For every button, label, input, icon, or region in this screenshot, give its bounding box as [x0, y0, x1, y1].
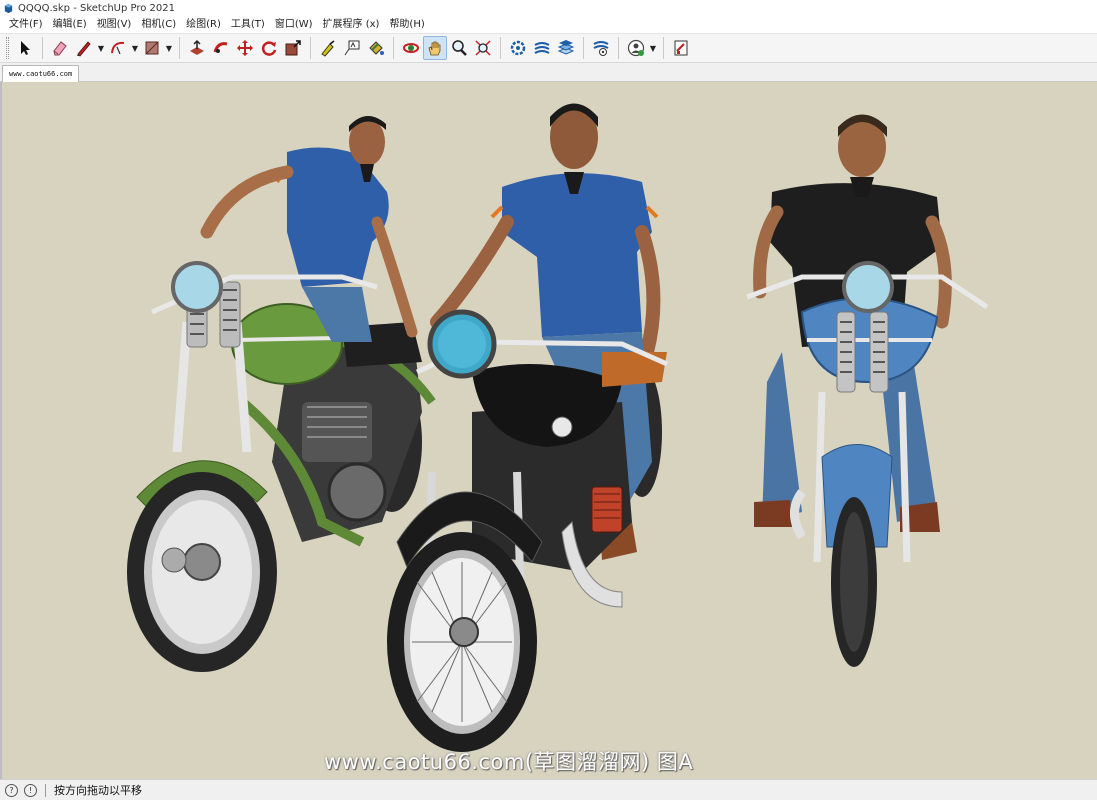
menu-window[interactable]: 窗口(W) — [270, 17, 318, 33]
eraser-tool-button[interactable] — [48, 36, 72, 60]
orbit-icon — [403, 43, 419, 53]
zoom-extents-tool-button[interactable] — [471, 36, 495, 60]
3d-warehouse-icon — [510, 40, 526, 56]
geolocation-icon[interactable]: ? — [5, 783, 18, 797]
layout-icon — [557, 40, 575, 55]
pan-tool-button[interactable] — [423, 36, 447, 60]
account-button[interactable] — [624, 36, 648, 60]
rectangle-tool-dropdown[interactable]: ▼ — [164, 36, 174, 60]
watermark-text: www.caotu66.com(草图溜溜网) 图A — [324, 750, 694, 774]
scene-tab[interactable]: www.caotu66.com — [2, 65, 80, 82]
menu-extensions[interactable]: 扩展程序 (x) — [318, 17, 385, 33]
line-tool-dropdown[interactable]: ▼ — [96, 36, 106, 60]
select-arrow-icon — [21, 41, 30, 55]
arc-tool-button[interactable] — [106, 36, 130, 60]
follow-me-tool-button[interactable] — [209, 36, 233, 60]
title-bar: QQQQ.skp - SketchUp Pro 2021 — [0, 0, 1097, 17]
menu-bar: 文件(F) 编辑(E) 视图(V) 相机(C) 绘图(R) 工具(T) 窗口(W… — [0, 17, 1097, 33]
toolbar-separator — [663, 37, 664, 59]
push-pull-icon — [190, 39, 204, 55]
scene-tab-strip: www.caotu66.com — [0, 63, 1097, 82]
drawing-viewport[interactable]: www.caotu66.com(草图溜溜网) 图A — [0, 82, 1097, 779]
menu-draw[interactable]: 绘图(R) — [181, 17, 226, 33]
account-icon — [627, 39, 645, 57]
text-tool-button[interactable] — [340, 36, 364, 60]
rider-green-bike — [127, 115, 436, 672]
select-tool-button[interactable] — [13, 36, 37, 60]
send-to-layout-icon — [674, 40, 688, 56]
paint-bucket-tool-button[interactable] — [364, 36, 388, 60]
tape-measure-tool-button[interactable] — [316, 36, 340, 60]
menu-tools[interactable]: 工具(T) — [226, 17, 270, 33]
sketchup-window: QQQQ.skp - SketchUp Pro 2021 文件(F) 编辑(E)… — [0, 0, 1097, 800]
scale-icon — [285, 40, 301, 56]
menu-camera[interactable]: 相机(C) — [136, 17, 181, 33]
toolbar-separator — [618, 37, 619, 59]
sketchup-logo-icon — [4, 3, 13, 14]
main-toolbar: ▼ ▼ ▼ ▼ — [0, 33, 1097, 63]
status-bar: ? ! 按方向拖动以平移 — [0, 779, 1097, 800]
rectangle-tool-button[interactable] — [140, 36, 164, 60]
orbit-tool-button[interactable] — [399, 36, 423, 60]
rider-black-bike — [387, 103, 669, 752]
text-label-icon — [344, 40, 360, 56]
toolbar-grip[interactable] — [6, 37, 9, 59]
eraser-icon — [53, 41, 67, 56]
tape-measure-icon — [321, 40, 335, 57]
scale-tool-button[interactable] — [281, 36, 305, 60]
follow-me-icon — [213, 42, 228, 53]
rectangle-icon — [145, 41, 159, 55]
toolbar-separator — [179, 37, 180, 59]
move-tool-button[interactable] — [233, 36, 257, 60]
zoom-icon — [452, 40, 467, 56]
push-pull-tool-button[interactable] — [185, 36, 209, 60]
zoom-extents-icon — [475, 40, 491, 56]
zoom-tool-button[interactable] — [447, 36, 471, 60]
3d-warehouse-button[interactable] — [506, 36, 530, 60]
pan-hand-icon — [428, 41, 441, 56]
model-scene — [127, 103, 989, 752]
toolbar-separator — [500, 37, 501, 59]
extension-manager-button[interactable] — [589, 36, 613, 60]
account-dropdown[interactable]: ▼ — [648, 36, 658, 60]
status-separator — [45, 783, 46, 797]
menu-help[interactable]: 帮助(H) — [384, 17, 429, 33]
pencil-line-icon — [77, 41, 91, 57]
rotate-icon — [261, 41, 277, 56]
send-to-layout-button[interactable] — [669, 36, 693, 60]
status-message: 按方向拖动以平移 — [54, 784, 142, 797]
menu-file[interactable]: 文件(F) — [4, 17, 48, 33]
info-icon[interactable]: ! — [24, 783, 37, 797]
menu-edit[interactable]: 编辑(E) — [48, 17, 92, 33]
paint-bucket-icon — [369, 41, 384, 55]
arc-tool-dropdown[interactable]: ▼ — [130, 36, 140, 60]
rotate-tool-button[interactable] — [257, 36, 281, 60]
menu-view[interactable]: 视图(V) — [92, 17, 137, 33]
window-title: QQQQ.skp - SketchUp Pro 2021 — [18, 3, 176, 14]
toolbar-separator — [42, 37, 43, 59]
rider-blue-bike — [746, 114, 989, 667]
extension-manager-icon — [593, 41, 609, 56]
extension-warehouse-icon — [534, 42, 550, 54]
move-icon — [237, 40, 253, 56]
toolbar-separator — [583, 37, 584, 59]
toolbar-separator — [393, 37, 394, 59]
extension-warehouse-button[interactable] — [530, 36, 554, 60]
arc-icon — [111, 41, 125, 55]
toolbar-separator — [310, 37, 311, 59]
line-tool-button[interactable] — [72, 36, 96, 60]
layout-button[interactable] — [554, 36, 578, 60]
